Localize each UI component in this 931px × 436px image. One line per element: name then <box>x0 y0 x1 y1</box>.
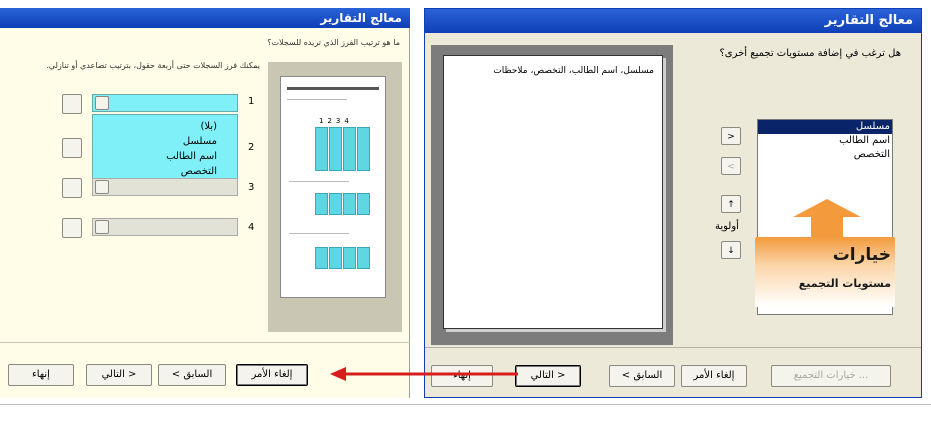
preview-fields-text: مسلسل، اسم الطالب، التخصص، ملاحظات <box>493 66 654 76</box>
sort-order-toggle-1[interactable] <box>62 94 82 114</box>
sort-instruction: يمكنك فرز السجلات حتى أربعة حقول، بترتيب… <box>46 61 260 70</box>
arrow-up-icon: ↑ <box>727 200 735 210</box>
preview-group-1: 1234 <box>289 117 377 173</box>
chevron-down-icon[interactable] <box>95 180 109 194</box>
field-list-item-selected[interactable]: مسلسل <box>758 120 892 134</box>
chevron-left-icon: < <box>727 162 735 172</box>
pointer-arrow-left-icon <box>330 367 518 381</box>
left-wizard-window: معالج التقارير ما هو ترتيب الفرز الذي تر… <box>0 8 410 398</box>
sort-preview-panel: 1234 <box>268 62 402 332</box>
chevron-down-icon[interactable] <box>95 220 109 234</box>
dropdown-option[interactable]: (بلا) <box>93 119 217 134</box>
sort-order-toggle-3[interactable] <box>62 178 82 198</box>
annotation-arrow-up-icon <box>793 199 861 239</box>
preview-page: 1234 <box>280 76 386 298</box>
grouping-question: هل ترغب في إضافة مستويات تجميع أخرى؟ <box>719 48 901 59</box>
left-cancel-button[interactable]: إلغاء الأمر <box>236 364 308 386</box>
chevron-right-icon: > <box>727 132 735 142</box>
left-window-title: معالج التقارير <box>320 11 402 25</box>
sort-question: ما هو ترتيب الفرز الذي تريده للسجلات؟ <box>267 38 400 47</box>
sort-level-number-4: 4 <box>248 222 255 233</box>
dropdown-option[interactable]: التخصص <box>93 164 217 179</box>
dropdown-option[interactable]: اسم الطالب <box>93 149 217 164</box>
right-cancel-button[interactable]: إلغاء الأمر <box>681 365 747 387</box>
sort-level-number-1: 1 <box>248 96 255 107</box>
annotation-title: خيارات <box>832 245 891 265</box>
left-next-button[interactable]: التالي > <box>86 364 152 386</box>
preview-page: مسلسل، اسم الطالب، التخصص، ملاحظات <box>443 55 663 329</box>
grouping-options-button[interactable]: خيارات التجميع ... <box>771 365 891 387</box>
right-next-button[interactable]: التالي > <box>515 365 581 387</box>
left-finish-button[interactable]: إنهاء <box>8 364 74 386</box>
preview-group-3 <box>289 247 377 273</box>
right-window-titlebar: معالج التقارير <box>425 9 921 33</box>
sort-field-dropdown-4[interactable] <box>92 218 238 236</box>
dropdown-option[interactable]: مسلسل <box>93 134 217 149</box>
sort-order-toggle-4[interactable] <box>62 218 82 238</box>
right-wizard-window: معالج التقارير مسلسل، اسم الطالب، التخصص… <box>424 8 922 398</box>
chevron-down-icon[interactable] <box>95 96 109 110</box>
priority-down-button[interactable]: ↓ <box>721 241 741 259</box>
annotation-subtitle: مستويات التجميع <box>798 277 891 290</box>
priority-up-button[interactable]: ↑ <box>721 195 741 213</box>
sort-field-dropdown-3[interactable] <box>92 178 238 196</box>
priority-label: أولوية <box>715 221 739 232</box>
grouping-preview-panel: مسلسل، اسم الطالب، التخصص، ملاحظات <box>431 45 673 345</box>
field-list-item[interactable]: اسم الطالب <box>758 134 892 148</box>
preview-group-2 <box>289 193 377 219</box>
sort-level-number-2: 2 <box>248 142 255 153</box>
arrow-down-icon: ↓ <box>727 246 735 256</box>
field-list-item[interactable]: التخصص <box>758 148 892 162</box>
right-back-button[interactable]: < السابق <box>609 365 675 387</box>
sort-field-dropdown-1[interactable] <box>92 94 238 112</box>
remove-group-button[interactable]: < <box>721 157 741 175</box>
add-group-button[interactable]: > <box>721 127 741 145</box>
sort-order-toggle-2[interactable] <box>62 138 82 158</box>
sort-level-number-3: 3 <box>248 182 255 193</box>
left-window-titlebar: معالج التقارير <box>0 8 410 28</box>
right-window-title: معالج التقارير <box>824 13 913 28</box>
grouping-annotation-callout: خيارات مستويات التجميع <box>755 237 895 307</box>
left-back-button[interactable]: < السابق <box>158 364 226 386</box>
